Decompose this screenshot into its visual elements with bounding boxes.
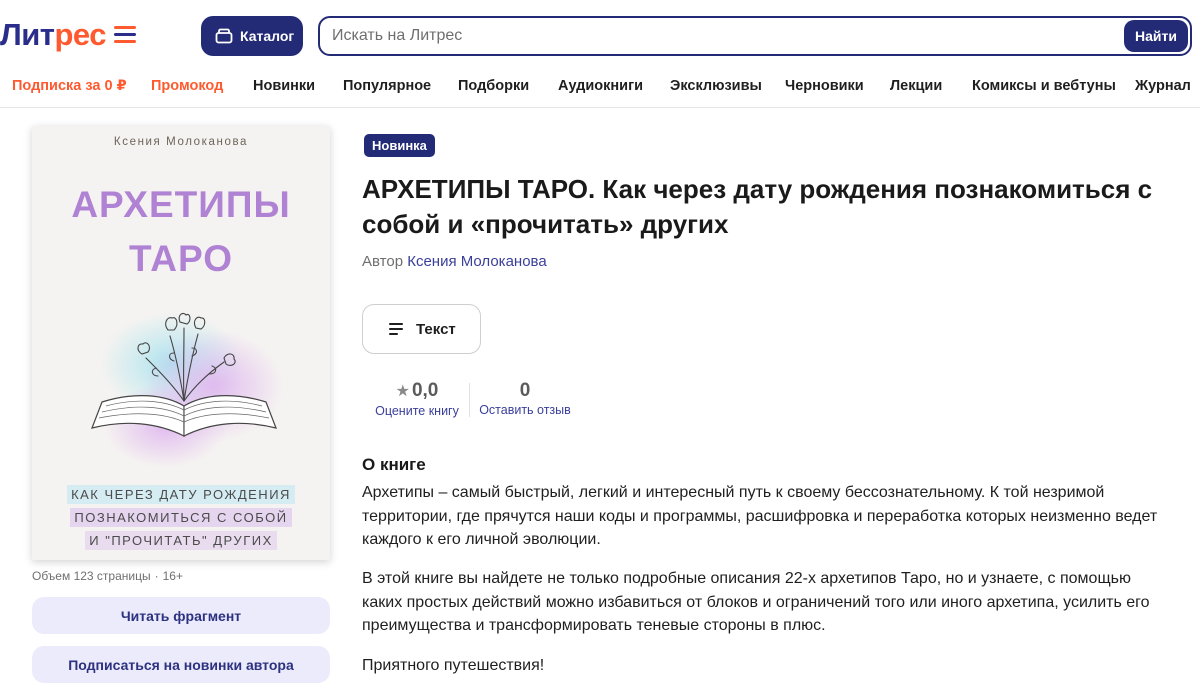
rating-block[interactable]: ★ 0,0 Оцените книгу	[370, 380, 464, 418]
text-lines-icon	[389, 323, 403, 335]
subscribe-author-button[interactable]: Подписаться на новинки автора	[32, 646, 330, 683]
search-input[interactable]	[320, 18, 1124, 54]
nav-item-drafts[interactable]: Черновики	[785, 78, 864, 94]
author-link[interactable]: Ксения Молоканова	[407, 253, 546, 270]
cover-subtitle-line2: ПОЗНАКОМИТЬСЯ С СОБОЙ	[70, 508, 292, 527]
rating-value-row: ★ 0,0	[370, 380, 464, 403]
leave-review-link[interactable]: Оставить отзыв	[476, 403, 574, 417]
about-paragraph-1: Архетипы – самый быстрый, легкий и интер…	[362, 484, 1158, 548]
nav-item-lectures[interactable]: Лекции	[890, 78, 942, 94]
reviews-block[interactable]: 0 Оставить отзыв	[476, 380, 574, 417]
search-bar: Найти	[318, 16, 1192, 56]
rate-book-link[interactable]: Оцените книгу	[370, 404, 464, 418]
main-nav: Подписка за 0 ₽ Промокод Новинки Популяр…	[0, 72, 1200, 108]
site-header: Литрес Каталог Найти	[0, 0, 1200, 72]
new-badge: Новинка	[364, 134, 435, 157]
book-cover[interactable]: Ксения Молоканова АРХЕТИПЫ ТАРО КАК ЧЕРЕ…	[32, 126, 330, 560]
nav-item-popular[interactable]: Популярное	[343, 78, 431, 94]
cover-subtitle: КАК ЧЕРЕЗ ДАТУ РОЖДЕНИЯ ПОЗНАКОМИТЬСЯ С …	[32, 483, 330, 552]
litres-logo[interactable]: Литрес	[0, 18, 138, 52]
stats-divider	[469, 383, 470, 417]
about-heading: О книге	[362, 455, 426, 474]
nav-item-collections[interactable]: Подборки	[458, 78, 529, 94]
format-label: Текст	[416, 320, 456, 338]
rating-value: 0,0	[411, 380, 439, 401]
nav-item-subscription[interactable]: Подписка за 0 ₽	[12, 78, 127, 94]
book-title: АРХЕТИПЫ ТАРО. Как через дату рождения п…	[362, 174, 1153, 239]
nav-item-exclusives[interactable]: Эксклюзивы	[670, 78, 762, 94]
logo-text: Литрес	[0, 17, 107, 52]
book-meta: Объем 123 страницы · 16+	[32, 569, 183, 583]
nav-item-comics[interactable]: Комиксы и вебтуны	[972, 78, 1116, 94]
about-paragraph-3: Приятного путешествия!	[362, 657, 545, 674]
cover-title-line2: ТАРО	[129, 238, 233, 279]
page-count: Объем 123 страницы	[32, 569, 151, 583]
meta-separator: ·	[154, 569, 159, 583]
open-book-flowers-illustration	[91, 312, 284, 468]
nav-item-new[interactable]: Новинки	[253, 78, 315, 94]
read-fragment-button[interactable]: Читать фрагмент	[32, 597, 330, 634]
catalog-icon	[215, 28, 233, 44]
cover-title-line1: АРХЕТИПЫ	[71, 184, 291, 225]
nav-item-promocode[interactable]: Промокод	[151, 78, 223, 94]
author-label: Автор	[362, 253, 404, 270]
logo-stripes-icon	[114, 25, 138, 45]
nav-item-audiobooks[interactable]: Аудиокниги	[558, 78, 643, 94]
catalog-label: Каталог	[240, 28, 295, 44]
author-line: Автор Ксения Молоканова	[362, 253, 547, 270]
star-icon: ★	[395, 383, 410, 400]
reviews-count: 0	[519, 380, 531, 401]
about-paragraph-2: В этой книге вы найдете не только подроб…	[362, 570, 1150, 634]
cover-title: АРХЕТИПЫ ТАРО	[32, 178, 330, 286]
catalog-button[interactable]: Каталог	[201, 16, 303, 56]
age-rating: 16+	[162, 569, 183, 583]
cover-author: Ксения Молоканова	[113, 136, 249, 148]
search-button[interactable]: Найти	[1124, 20, 1188, 52]
cover-subtitle-line1: КАК ЧЕРЕЗ ДАТУ РОЖДЕНИЯ	[67, 485, 295, 504]
cover-subtitle-line3: И "ПРОЧИТАТЬ" ДРУГИХ	[85, 531, 277, 550]
format-text-button[interactable]: Текст	[362, 304, 481, 354]
nav-item-journal[interactable]: Журнал	[1135, 78, 1191, 94]
